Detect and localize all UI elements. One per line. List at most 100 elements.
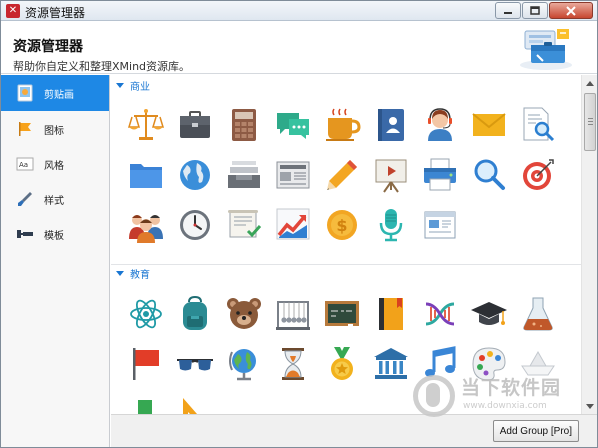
scroll-thumb[interactable] [584,93,596,151]
clipart-item-dna[interactable] [415,289,464,339]
clipart-item-printer[interactable] [415,150,464,200]
grip-line [588,124,593,125]
clipart-item-coffee[interactable] [317,100,366,150]
clipart-item-chat[interactable] [268,100,317,150]
section-label: 教育 [130,269,150,281]
clipart-item-envelope[interactable] [464,100,513,150]
clipart-item-scales[interactable] [121,100,170,150]
clipart-item-red-flag[interactable] [121,339,170,389]
dialog-footer: Add Group [Pro] [111,414,597,447]
xmind-app-icon: ✕ [6,4,20,18]
clipart-item-presentation[interactable] [366,150,415,200]
add-group-button[interactable]: Add Group [Pro] [492,420,579,442]
clipart-item-cradle[interactable] [268,289,317,339]
clipart-item-teddy[interactable] [219,289,268,339]
arrow-up-icon [586,80,594,86]
dollar-coin-icon: $ [326,210,357,240]
pencil-icon [326,160,357,190]
clipart-item-medal[interactable] [317,339,366,389]
atom-icon [129,299,162,329]
page-title: 资源管理器 [13,39,83,55]
vertical-scrollbar[interactable] [581,75,597,414]
minimize-button[interactable] [495,2,521,19]
education-icon-grid [121,289,562,414]
clipart-item-chalkboard[interactable] [317,289,366,339]
clipart-item-atom[interactable] [121,289,170,339]
sidebar-item-style[interactable]: Aa 风格 [1,147,109,181]
clipart-item-inbox[interactable] [219,150,268,200]
clipart-item-flask[interactable] [513,289,562,339]
target-icon [522,159,554,190]
clock-icon [179,210,210,240]
red-flag-icon [132,348,159,380]
sidebar-item-format[interactable]: 样式 [1,182,109,216]
notebook-icon [378,298,403,330]
section-header-education[interactable]: 教育 [111,263,581,283]
title-bar[interactable]: ✕ 资源管理器 [1,1,597,21]
clipart-item-desk-globe[interactable] [219,339,268,389]
clipart-item-doc-search[interactable] [513,100,562,150]
printer-icon [423,158,456,191]
clipart-item-support[interactable] [415,100,464,150]
sidebar-item-label: 图标 [44,125,64,137]
clipart-item-globe[interactable] [170,150,219,200]
clipart-item-ruler[interactable] [170,389,219,414]
clipart-item-music[interactable] [415,339,464,389]
museum-icon [373,348,408,379]
dna-icon [425,302,454,326]
scroll-up-button[interactable] [582,75,597,91]
growth-chart-icon [276,208,309,240]
svg-text:Aa: Aa [19,161,28,169]
section-header-business[interactable]: 商业 [111,75,581,95]
clipart-item-notebook[interactable] [366,289,415,339]
newspaper-icon [276,161,309,189]
team-icon [128,215,163,243]
scales-icon [127,109,164,140]
clipart-item-palette[interactable] [464,339,513,389]
clipart-item-target[interactable] [513,150,562,200]
sidebar-item-clipart[interactable]: 剪贴画 [1,75,109,111]
clipart-item-folder[interactable] [121,150,170,200]
customer-service-icon [427,108,452,141]
clipart-item-magnifier[interactable] [464,150,513,200]
grip-line [588,121,593,122]
clipart-item-coin[interactable]: $ [317,200,366,250]
clipart-item-glasses[interactable] [170,339,219,389]
browser-window-icon [424,211,455,239]
clipart-gallery[interactable]: 商业 $ 教育 [111,75,581,414]
sidebar-item-label: 剪贴画 [44,89,74,101]
maximize-button[interactable] [522,2,548,19]
sidebar-item-icons[interactable]: 图标 [1,112,109,146]
clipart-item-blocks[interactable] [121,389,170,414]
clipart-item-museum[interactable] [366,339,415,389]
clipart-item-team[interactable] [121,200,170,250]
clipart-item-newspaper[interactable] [268,150,317,200]
clipart-item-paper-boat[interactable] [513,339,562,389]
sidebar-item-template[interactable]: 模板 [1,217,109,251]
close-button[interactable] [549,2,593,19]
clipart-item-backpack[interactable] [170,289,219,339]
clipart-item-browser[interactable] [415,200,464,250]
clipart-item-grad-cap[interactable] [464,289,513,339]
window-title: 资源管理器 [25,6,86,20]
clipart-item-clock[interactable] [170,200,219,250]
collapse-caret-icon[interactable] [116,270,124,276]
backpack-icon [182,295,207,330]
triangle-ruler-icon [182,398,197,414]
clipart-item-address-book[interactable] [366,100,415,150]
clipart-item-growth[interactable] [268,200,317,250]
collapse-caret-icon[interactable] [116,82,124,88]
window-controls [495,2,593,19]
section-label: 商业 [130,81,150,93]
scroll-down-button[interactable] [582,398,597,414]
clipart-item-briefcase[interactable] [170,100,219,150]
colored-blocks-icon [137,400,152,414]
clipart-item-pencil[interactable] [317,150,366,200]
clipart-item-hourglass[interactable] [268,339,317,389]
chat-bubbles-icon [276,113,309,139]
clipart-item-microphone[interactable] [366,200,415,250]
clipart-item-calculator[interactable] [219,100,268,150]
clipart-item-certificate[interactable] [219,200,268,250]
clipart-icon [15,83,35,103]
arrow-down-icon [586,403,594,409]
